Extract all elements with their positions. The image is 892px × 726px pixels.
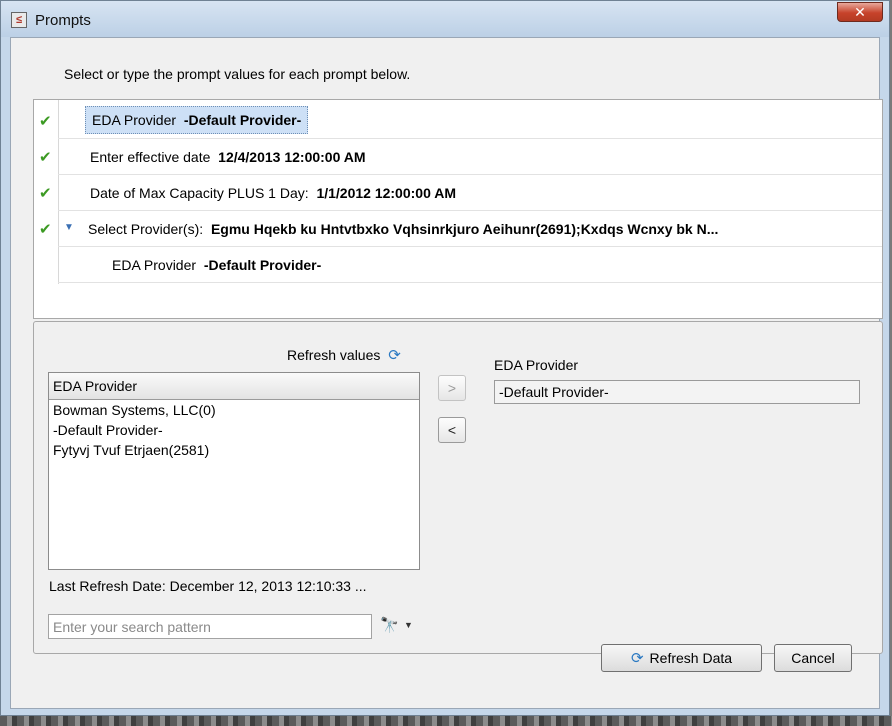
row-separator [58, 282, 882, 283]
prompt-text: EDA Provider -Default Provider- [112, 257, 321, 273]
selected-value[interactable]: -Default Provider- [499, 384, 609, 400]
check-icon: ✔ [39, 149, 52, 166]
refresh-icon: ⟳ [388, 347, 401, 364]
prompt-row-effective-date[interactable]: ✔ Enter effective date 12/4/2013 12:00:0… [34, 139, 882, 175]
binoculars-search-icon[interactable]: 🔭 [380, 616, 399, 634]
check-icon: ✔ [39, 185, 52, 202]
prompt-text: Enter effective date 12/4/2013 12:00:00 … [90, 149, 366, 165]
prompt-row-max-capacity-date[interactable]: ✔ Date of Max Capacity PLUS 1 Day: 1/1/2… [34, 175, 882, 211]
check-icon: ✔ [39, 113, 52, 130]
title-bar: ≤ Prompts ✕ [1, 1, 889, 37]
refresh-values-link[interactable]: Refresh values ⟳ [287, 346, 401, 364]
prompt-text: Select Provider(s): Egmu Hqekb ku Hntvtb… [88, 221, 718, 237]
selected-values-label: EDA Provider [494, 357, 579, 373]
last-refresh-date: Last Refresh Date: December 12, 2013 12:… [49, 578, 367, 594]
values-panel: Refresh values ⟳ EDA Provider Bowman Sys… [33, 321, 883, 654]
search-input[interactable] [48, 614, 372, 639]
values-list[interactable]: EDA Provider Bowman Systems, LLC(0) -Def… [48, 372, 420, 570]
selected-values-list[interactable]: -Default Provider- [494, 380, 860, 404]
prompt-value: -Default Provider- [203, 257, 322, 273]
add-value-button[interactable]: > [438, 375, 466, 401]
chevron-down-icon[interactable]: ▼ [404, 620, 413, 630]
close-icon: ✕ [854, 4, 866, 20]
check-icon: ✔ [39, 221, 52, 238]
refresh-values-label: Refresh values [287, 347, 381, 363]
refresh-data-label: Refresh Data [649, 650, 733, 666]
prompt-label: Enter effective date [90, 149, 211, 165]
prompt-row-select-providers[interactable]: ✔ ▼ Select Provider(s): Egmu Hqekb ku Hn… [34, 211, 882, 247]
prompt-row-child-eda-provider[interactable]: EDA Provider -Default Provider- [34, 247, 882, 283]
prompt-value: -Default Provider- [183, 112, 302, 128]
window-title: Prompts [35, 12, 91, 29]
prompt-label: Select Provider(s): [88, 221, 204, 237]
list-item[interactable]: Fytyvj Tvuf Etrjaen(2581) [49, 440, 419, 460]
background-strip [0, 716, 892, 726]
instruction-text: Select or type the prompt values for eac… [64, 66, 411, 82]
prompt-value: Egmu Hqekb ku Hntvtbxko Vqhsinrkjuro Aei… [210, 221, 719, 237]
close-button[interactable]: ✕ [837, 2, 883, 22]
prompt-label: EDA Provider [112, 257, 197, 273]
values-list-header: EDA Provider [49, 373, 419, 400]
prompt-value: 1/1/2012 12:00:00 AM [316, 185, 457, 201]
prompt-value: 12/4/2013 12:00:00 AM [218, 149, 366, 165]
prompt-label: Date of Max Capacity PLUS 1 Day: [90, 185, 309, 201]
expand-arrow-icon[interactable]: ▼ [64, 222, 74, 233]
java-app-icon: ≤ [11, 12, 27, 28]
list-item[interactable]: Bowman Systems, LLC(0) [49, 400, 419, 420]
prompt-text: Date of Max Capacity PLUS 1 Day: 1/1/201… [90, 185, 456, 201]
refresh-data-button[interactable]: ⟳ Refresh Data [601, 644, 762, 672]
refresh-icon: ⟳ [630, 650, 644, 667]
remove-value-button[interactable]: < [438, 417, 466, 443]
prompt-label: EDA Provider [92, 112, 177, 128]
cancel-button[interactable]: Cancel [774, 644, 852, 672]
list-item[interactable]: -Default Provider- [49, 420, 419, 440]
prompt-row-eda-provider[interactable]: ✔ EDA Provider -Default Provider- [34, 103, 882, 139]
prompt-list: ✔ EDA Provider -Default Provider- ✔ Ente… [33, 99, 883, 319]
prompt-selection-highlight: EDA Provider -Default Provider- [85, 106, 309, 134]
